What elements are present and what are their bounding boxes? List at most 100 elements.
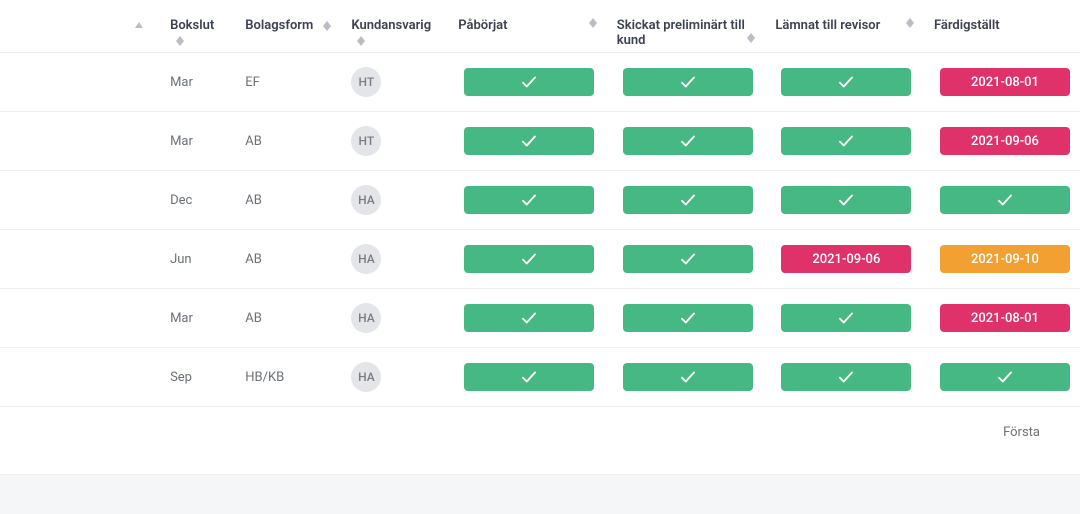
- status-date-text: 2021-09-06: [812, 252, 880, 267]
- sort-icon[interactable]: [176, 36, 184, 46]
- check-icon: [679, 191, 697, 209]
- col-header-label: Påbörjat: [458, 18, 507, 33]
- check-icon: [996, 191, 1014, 209]
- col-header-label: Lämnat till revisor: [775, 18, 880, 33]
- cell-kundansvarig: HA: [341, 230, 448, 289]
- avatar[interactable]: HT: [351, 126, 381, 156]
- table-header-row: Bokslut Bolagsform Kundansvarig: [0, 0, 1080, 53]
- status-done-pill[interactable]: [781, 304, 911, 332]
- status-date-pill[interactable]: 2021-09-10: [940, 245, 1070, 273]
- cell-kundansvarig: HT: [341, 112, 448, 171]
- col-header-skickat[interactable]: Skickat preliminärt till kund: [607, 0, 766, 53]
- cell-lamnat: 2021-09-06: [765, 230, 924, 289]
- check-icon: [996, 368, 1014, 386]
- status-done-pill[interactable]: [940, 186, 1070, 214]
- col-header-fardig[interactable]: Färdigställt: [924, 0, 1080, 53]
- cell-bokslut: Mar: [160, 289, 235, 348]
- status-done-pill[interactable]: [623, 127, 753, 155]
- cell-paborjat: [448, 171, 607, 230]
- status-done-pill[interactable]: [623, 245, 753, 273]
- cell-blank: [0, 348, 160, 407]
- cell-kundansvarig: HA: [341, 289, 448, 348]
- table-row: MarEF HT 2021-08-01: [0, 53, 1080, 112]
- check-icon: [520, 73, 538, 91]
- status-table: Bokslut Bolagsform Kundansvarig: [0, 0, 1080, 407]
- sort-icon[interactable]: [747, 33, 755, 43]
- status-done-pill[interactable]: [464, 186, 594, 214]
- status-done-pill[interactable]: [464, 245, 594, 273]
- check-icon: [837, 368, 855, 386]
- cell-bokslut: Mar: [160, 53, 235, 112]
- table-row: SepHB/KBHA: [0, 348, 1080, 407]
- check-icon: [679, 309, 697, 327]
- sort-icon[interactable]: [589, 18, 597, 28]
- status-done-pill[interactable]: [464, 304, 594, 332]
- status-done-pill[interactable]: [464, 68, 594, 96]
- col-header-label: Kundansvarig: [351, 18, 431, 33]
- avatar[interactable]: HA: [351, 362, 381, 392]
- cell-bokslut: Mar: [160, 112, 235, 171]
- status-date-pill[interactable]: 2021-08-01: [940, 68, 1070, 96]
- cell-kundansvarig: HT: [341, 53, 448, 112]
- status-date-pill[interactable]: 2021-08-01: [940, 304, 1070, 332]
- cell-fardig: 2021-08-01: [924, 289, 1080, 348]
- col-header-lamnat[interactable]: Lämnat till revisor: [765, 0, 924, 53]
- sort-up-icon[interactable]: [134, 18, 144, 33]
- status-done-pill[interactable]: [623, 304, 753, 332]
- check-icon: [520, 309, 538, 327]
- cell-skickat: [607, 348, 766, 407]
- check-icon: [679, 368, 697, 386]
- check-icon: [837, 191, 855, 209]
- status-done-pill[interactable]: [464, 363, 594, 391]
- status-done-pill[interactable]: [940, 363, 1070, 391]
- avatar[interactable]: HT: [351, 67, 381, 97]
- avatar[interactable]: HA: [351, 185, 381, 215]
- sort-icon[interactable]: [323, 21, 331, 31]
- check-icon: [520, 250, 538, 268]
- status-done-pill[interactable]: [781, 68, 911, 96]
- cell-bolagsform: EF: [235, 53, 341, 112]
- pager-first-button[interactable]: Första: [1003, 425, 1040, 440]
- sort-icon[interactable]: [357, 36, 365, 46]
- cell-skickat: [607, 289, 766, 348]
- status-date-text: 2021-09-06: [971, 134, 1039, 149]
- col-header-label: Skickat preliminärt till kund: [617, 18, 745, 48]
- status-done-pill[interactable]: [623, 68, 753, 96]
- check-icon: [520, 191, 538, 209]
- cell-bolagsform: AB: [235, 289, 341, 348]
- cell-skickat: [607, 171, 766, 230]
- col-header-blank[interactable]: [0, 0, 160, 53]
- cell-blank: [0, 289, 160, 348]
- status-done-pill[interactable]: [781, 127, 911, 155]
- cell-lamnat: [765, 53, 924, 112]
- status-done-pill[interactable]: [623, 363, 753, 391]
- status-date-pill[interactable]: 2021-09-06: [781, 245, 911, 273]
- check-icon: [520, 132, 538, 150]
- avatar[interactable]: HA: [351, 303, 381, 333]
- status-date-text: 2021-09-10: [971, 252, 1039, 267]
- col-header-paborjat[interactable]: Påbörjat: [448, 0, 607, 53]
- cell-lamnat: [765, 348, 924, 407]
- col-header-bolagsform[interactable]: Bolagsform: [235, 0, 341, 53]
- check-icon: [837, 309, 855, 327]
- cell-lamnat: [765, 289, 924, 348]
- cell-blank: [0, 230, 160, 289]
- cell-paborjat: [448, 230, 607, 289]
- cell-paborjat: [448, 53, 607, 112]
- avatar[interactable]: HA: [351, 244, 381, 274]
- status-date-text: 2021-08-01: [971, 311, 1039, 326]
- cell-bokslut: Jun: [160, 230, 235, 289]
- status-done-pill[interactable]: [781, 186, 911, 214]
- sort-icon[interactable]: [906, 18, 914, 28]
- cell-paborjat: [448, 112, 607, 171]
- cell-kundansvarig: HA: [341, 171, 448, 230]
- cell-bolagsform: AB: [235, 171, 341, 230]
- status-done-pill[interactable]: [781, 363, 911, 391]
- col-header-kundansvarig[interactable]: Kundansvarig: [341, 0, 448, 53]
- status-date-pill[interactable]: 2021-09-06: [940, 127, 1070, 155]
- cell-bokslut: Sep: [160, 348, 235, 407]
- col-header-bokslut[interactable]: Bokslut: [160, 0, 235, 53]
- cell-fardig: 2021-08-01: [924, 53, 1080, 112]
- status-done-pill[interactable]: [464, 127, 594, 155]
- status-done-pill[interactable]: [623, 186, 753, 214]
